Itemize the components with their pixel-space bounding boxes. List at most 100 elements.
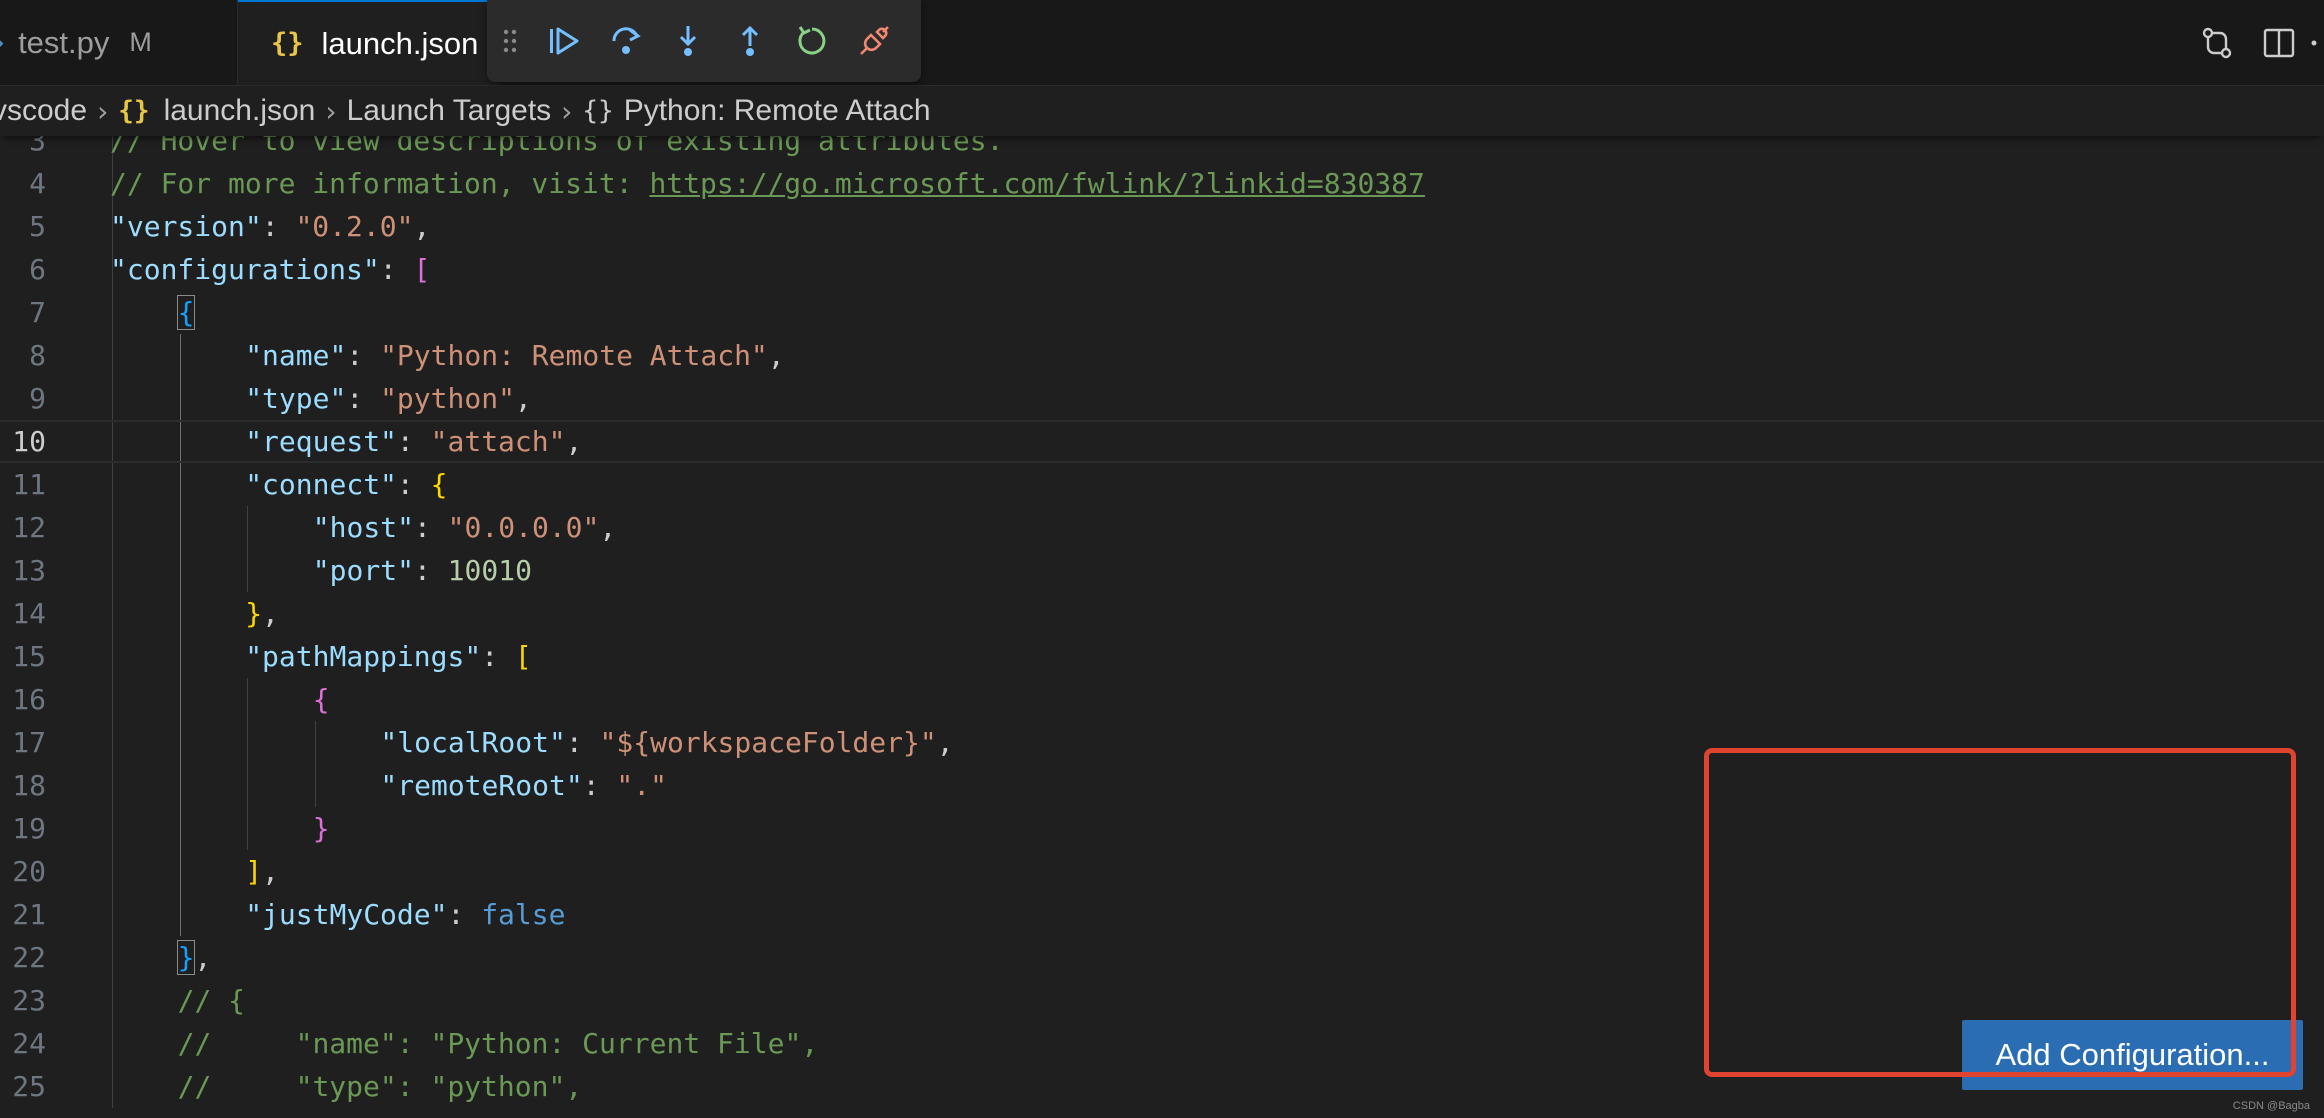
breadcrumb-label: launch.json: [163, 94, 316, 127]
code-token: "${workspaceFolder}": [599, 726, 937, 759]
code-line[interactable]: 16 {: [0, 678, 2324, 721]
code-token: :: [413, 554, 448, 587]
chevron-right-icon: ›: [97, 94, 109, 128]
step-into-icon[interactable]: [657, 0, 719, 82]
code-token: false: [481, 898, 566, 931]
breadcrumb-item-section[interactable]: Launch Targets: [347, 94, 552, 128]
python-file-icon: ❖: [0, 25, 4, 60]
breadcrumb-item-symbol[interactable]: {} Python: Remote Attach: [582, 94, 930, 128]
more-actions-icon[interactable]: [2310, 0, 2324, 85]
code-token: {: [176, 295, 196, 330]
code-token: // "type": "python",: [177, 1070, 583, 1103]
code-token: "request": [245, 425, 397, 458]
line-number: 13: [12, 554, 46, 587]
code-line[interactable]: 6 "configurations": [: [0, 248, 2324, 291]
code-token: ,: [262, 855, 279, 888]
code-token: :: [481, 640, 515, 673]
code-text: "version": "0.2.0",: [110, 205, 430, 248]
line-number: 21: [12, 898, 46, 931]
line-number: 25: [12, 1070, 46, 1103]
code-token: "remoteRoot": [380, 769, 583, 802]
line-number: 20: [12, 855, 46, 888]
code-token: }: [245, 597, 263, 630]
code-text: {: [176, 291, 196, 334]
line-number: 6: [29, 253, 46, 286]
debug-toolbar: [487, 0, 921, 82]
tab-test-py[interactable]: ❖ test.py M: [0, 0, 238, 85]
breadcrumb-item-file[interactable]: {} launch.json: [118, 94, 315, 128]
code-text: "port": 10010: [313, 549, 532, 592]
line-number: 23: [12, 984, 46, 1017]
modified-badge: M: [129, 27, 152, 57]
editor-tab-bar: ❖ test.py M {} launch.json: [0, 0, 2324, 86]
code-token: "python": [380, 382, 515, 415]
code-line[interactable]: 15 "pathMappings": [: [0, 635, 2324, 678]
code-token: {: [312, 683, 330, 716]
code-token: https://go.microsoft.com/fwlink/?linkid=…: [649, 167, 1425, 200]
watermark: CSDN @Bagba: [2232, 1100, 2310, 1112]
code-token: :: [261, 210, 296, 243]
line-number: 22: [12, 941, 46, 974]
code-text: "host": "0.0.0.0",: [313, 506, 616, 549]
line-number: 4: [29, 167, 46, 200]
code-text: {: [313, 678, 330, 721]
code-token: :: [447, 898, 482, 931]
line-number: 5: [29, 210, 46, 243]
code-line[interactable]: 7{: [0, 291, 2324, 334]
drag-grip-icon[interactable]: [487, 0, 533, 82]
code-token: ]: [245, 855, 263, 888]
code-line[interactable]: 8 "name": "Python: Remote Attach",: [0, 334, 2324, 377]
code-line[interactable]: 11 "connect": {: [0, 463, 2324, 506]
code-line[interactable]: 3 // Hover to view descriptions of existi…: [0, 136, 2324, 162]
tab-launch-json[interactable]: {} launch.json: [238, 0, 500, 85]
tab-label: test.py: [18, 24, 110, 60]
code-token: // For more information, visit:: [110, 167, 650, 200]
step-out-icon[interactable]: [719, 0, 781, 82]
code-line[interactable]: 4 // For more information, visit: https:/…: [0, 162, 2324, 205]
code-line[interactable]: 14},: [0, 592, 2324, 635]
code-token: ,: [514, 382, 532, 415]
line-number: 9: [29, 382, 46, 415]
line-number: 19: [12, 812, 46, 845]
code-token: ,: [194, 941, 212, 974]
code-token: :: [582, 769, 617, 802]
code-token: "justMyCode": [245, 898, 448, 931]
code-text: // {: [178, 979, 245, 1022]
line-number: 17: [12, 726, 46, 759]
code-token: ,: [767, 339, 785, 372]
code-token: // Hover to view descriptions of existin…: [110, 136, 1004, 157]
code-text: "localRoot": "${workspaceFolder}",: [380, 721, 953, 764]
breadcrumb-label: Launch Targets: [346, 94, 552, 127]
code-line[interactable]: 9 "type": "python",: [0, 377, 2324, 420]
code-text: // For more information, visit: https://…: [110, 162, 1425, 205]
chevron-right-icon: ›: [325, 94, 337, 128]
code-text: "justMyCode": false: [245, 893, 565, 936]
continue-icon[interactable]: [533, 0, 595, 82]
code-token: ,: [262, 597, 279, 630]
restart-icon[interactable]: [781, 0, 843, 82]
object-symbol-icon: {}: [582, 96, 614, 126]
open-changes-icon[interactable]: [2186, 0, 2248, 85]
code-token: ".": [616, 769, 667, 802]
split-editor-icon[interactable]: [2248, 0, 2310, 85]
line-number: 11: [12, 468, 46, 501]
code-line[interactable]: 12 "host": "0.0.0.0",: [0, 506, 2324, 549]
line-number: 12: [12, 511, 46, 544]
code-text: "type": "python",: [245, 377, 532, 420]
code-token: }: [176, 940, 196, 975]
tab-label: launch.json: [321, 25, 479, 61]
breadcrumb-item-folder[interactable]: vscode: [0, 94, 87, 128]
code-token: "Python: Remote Attach": [380, 339, 768, 372]
code-line[interactable]: 10 "request": "attach",: [0, 420, 2324, 463]
vscode-window: ❖ test.py M {} launch.json: [0, 0, 2324, 1118]
code-text: "configurations": [: [110, 248, 430, 291]
code-text: "pathMappings": [: [245, 635, 532, 678]
code-line[interactable]: 5 "version": "0.2.0",: [0, 205, 2324, 248]
breadcrumb-label: vscode: [0, 94, 88, 127]
code-line[interactable]: 13 "port": 10010: [0, 549, 2324, 592]
code-token: 10010: [447, 554, 532, 587]
line-number: 10: [12, 425, 46, 458]
code-token: :: [413, 511, 448, 544]
step-over-icon[interactable]: [595, 0, 657, 82]
disconnect-icon[interactable]: [843, 0, 905, 82]
